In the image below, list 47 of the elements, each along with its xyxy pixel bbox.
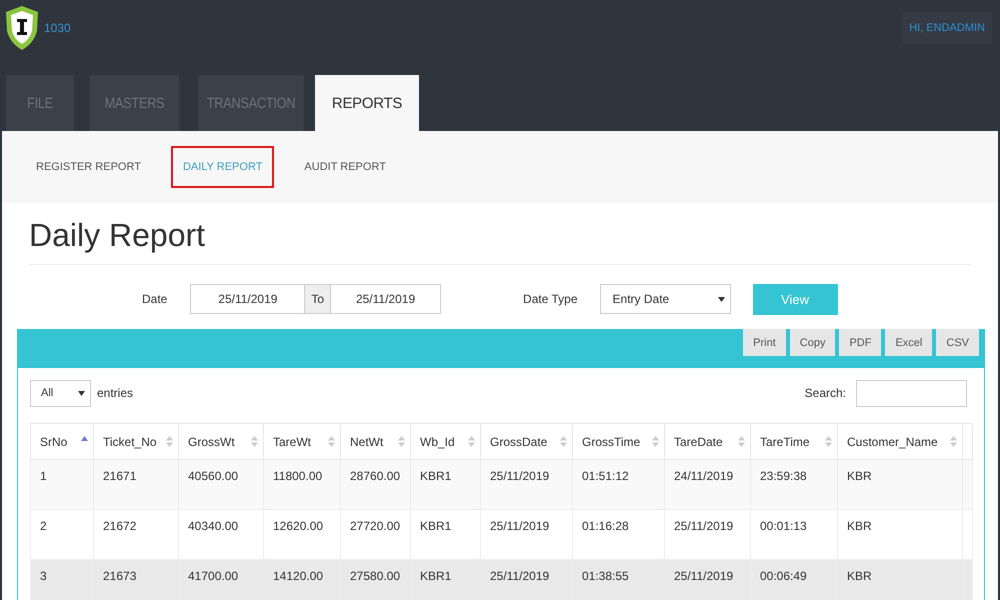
table-cell: KBR (838, 460, 962, 510)
column-header[interactable]: Customer_Name (838, 424, 962, 460)
date-label: Date (142, 292, 168, 306)
table-cell: 1 (30, 460, 94, 510)
table-cell: 24/11/2019 (664, 460, 750, 510)
table-cell: 21671 (94, 460, 178, 510)
table-cell: 3 (30, 560, 94, 600)
report-tab[interactable]: AUDIT REPORT (292, 146, 398, 188)
shield-logo-icon (4, 5, 40, 51)
table-cell: 00:06:49 (750, 560, 838, 600)
from-date-field[interactable]: 25/11/2019 (190, 284, 306, 314)
table-cell: KBR1 (410, 460, 480, 510)
table-cell: 28760.00 (340, 460, 410, 510)
table-cell: 27580.00 (340, 560, 410, 600)
column-header[interactable]: SrNo (30, 424, 94, 460)
to-date-field[interactable]: 25/11/2019 (330, 284, 442, 314)
table-cell: 14120.00 (264, 560, 340, 600)
table-cell: 21673 (94, 560, 178, 600)
entries-select[interactable]: All (30, 380, 91, 406)
table-cell: 25/11/2019 (480, 560, 572, 600)
export-button[interactable]: Copy (790, 329, 836, 356)
page-title: Daily Report (29, 217, 971, 265)
table-cell: KBR1 (410, 560, 480, 600)
export-button[interactable]: PDF (839, 329, 882, 356)
table-cell: 01:38:55 (572, 560, 664, 600)
table-cell: 11800.00 (264, 460, 340, 510)
table-cell: 41700.00 (178, 560, 264, 600)
report-tab[interactable]: REGISTER REPORT (24, 146, 153, 188)
entries-label: entries (97, 386, 134, 400)
table-cell: 25/11/2019 (664, 560, 750, 600)
table-cell: 01:51:12 (572, 460, 664, 510)
search-field[interactable] (856, 380, 967, 406)
brand-number: 1030 (44, 21, 71, 35)
search-label: Search: (804, 386, 846, 400)
table-cell: 25/11/2019 (480, 460, 572, 510)
table-cell: 40560.00 (178, 460, 264, 510)
export-button[interactable]: Print (743, 329, 786, 356)
table-cell: KBR (838, 560, 962, 600)
caret-icon (78, 390, 85, 396)
caret-icon (718, 296, 725, 302)
export-button[interactable]: CSV (936, 329, 979, 356)
date-type-select[interactable]: Entry Date (600, 284, 731, 314)
to-label: To (305, 284, 330, 314)
nav-tab[interactable]: REPORTS (315, 75, 419, 131)
table-cell: 23:59:38 (750, 460, 838, 510)
date-type-label: Date Type (523, 292, 578, 306)
export-button[interactable]: Excel (885, 329, 932, 356)
